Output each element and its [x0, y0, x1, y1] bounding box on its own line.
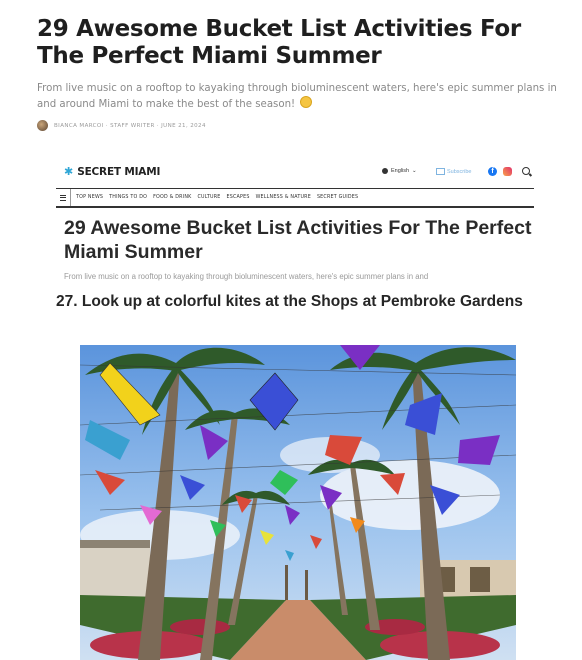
hamburger-icon[interactable] — [56, 189, 71, 206]
subscribe-label: Subscribe — [447, 168, 472, 175]
site-header: ✱ SECRET MIAMI English ⌄ Subscribe f — [56, 156, 534, 184]
subscribe-button[interactable]: Subscribe — [436, 168, 471, 175]
globe-icon — [382, 168, 388, 174]
kites-photo — [80, 345, 516, 660]
nav-item-escapes[interactable]: ESCAPES — [227, 195, 250, 200]
nav-item-things-to-do[interactable]: THINGS TO DO — [109, 195, 147, 200]
article-subtitle: From live music on a rooftop to kayaking… — [37, 82, 562, 112]
site-name: SECRET MIAMI — [77, 166, 161, 178]
site-logo[interactable]: ✱ SECRET MIAMI — [64, 166, 160, 178]
search-icon[interactable] — [522, 167, 530, 175]
nav-item-food-drink[interactable]: FOOD & DRINK — [153, 195, 191, 200]
embedded-article-subtitle: From live music on a rooftop to kayaking… — [64, 272, 429, 281]
nav-item-secret-guides[interactable]: SECRET GUIDES — [317, 195, 358, 200]
mail-icon — [436, 168, 445, 175]
embedded-article-title: 29 Awesome Bucket List Activities For Th… — [64, 217, 532, 263]
nav-items: TOP NEWS THINGS TO DO FOOD & DRINK CULTU… — [71, 195, 358, 200]
instagram-icon[interactable] — [503, 167, 512, 176]
chevron-down-icon: ⌄ — [412, 168, 417, 174]
byline-text[interactable]: BIANCA MARCOI · STAFF WRITER · JUNE 21, … — [54, 123, 206, 129]
site-nav: TOP NEWS THINGS TO DO FOOD & DRINK CULTU… — [56, 188, 534, 208]
kites-photo-illustration — [80, 345, 516, 660]
embedded-screenshot: ✱ SECRET MIAMI English ⌄ Subscribe f TOP… — [56, 156, 534, 660]
sun-star-icon: ✱ — [64, 165, 74, 178]
nav-item-top-news[interactable]: TOP NEWS — [76, 195, 103, 200]
article-subtitle-text: From live music on a rooftop to kayaking… — [37, 83, 557, 110]
author-avatar[interactable] — [37, 120, 48, 131]
article-title: 29 Awesome Bucket List Activities For Th… — [37, 16, 521, 69]
section-heading: 27. Look up at colorful kites at the Sho… — [56, 293, 523, 310]
nav-item-wellness-nature[interactable]: WELLNESS & NATURE — [256, 195, 311, 200]
language-label: English — [391, 168, 410, 174]
language-selector[interactable]: English ⌄ — [382, 168, 417, 174]
facebook-icon[interactable]: f — [488, 167, 497, 176]
nav-item-culture[interactable]: CULTURE — [197, 195, 220, 200]
byline: BIANCA MARCOI · STAFF WRITER · JUNE 21, … — [37, 120, 206, 131]
sun-emoji-icon — [300, 96, 313, 108]
